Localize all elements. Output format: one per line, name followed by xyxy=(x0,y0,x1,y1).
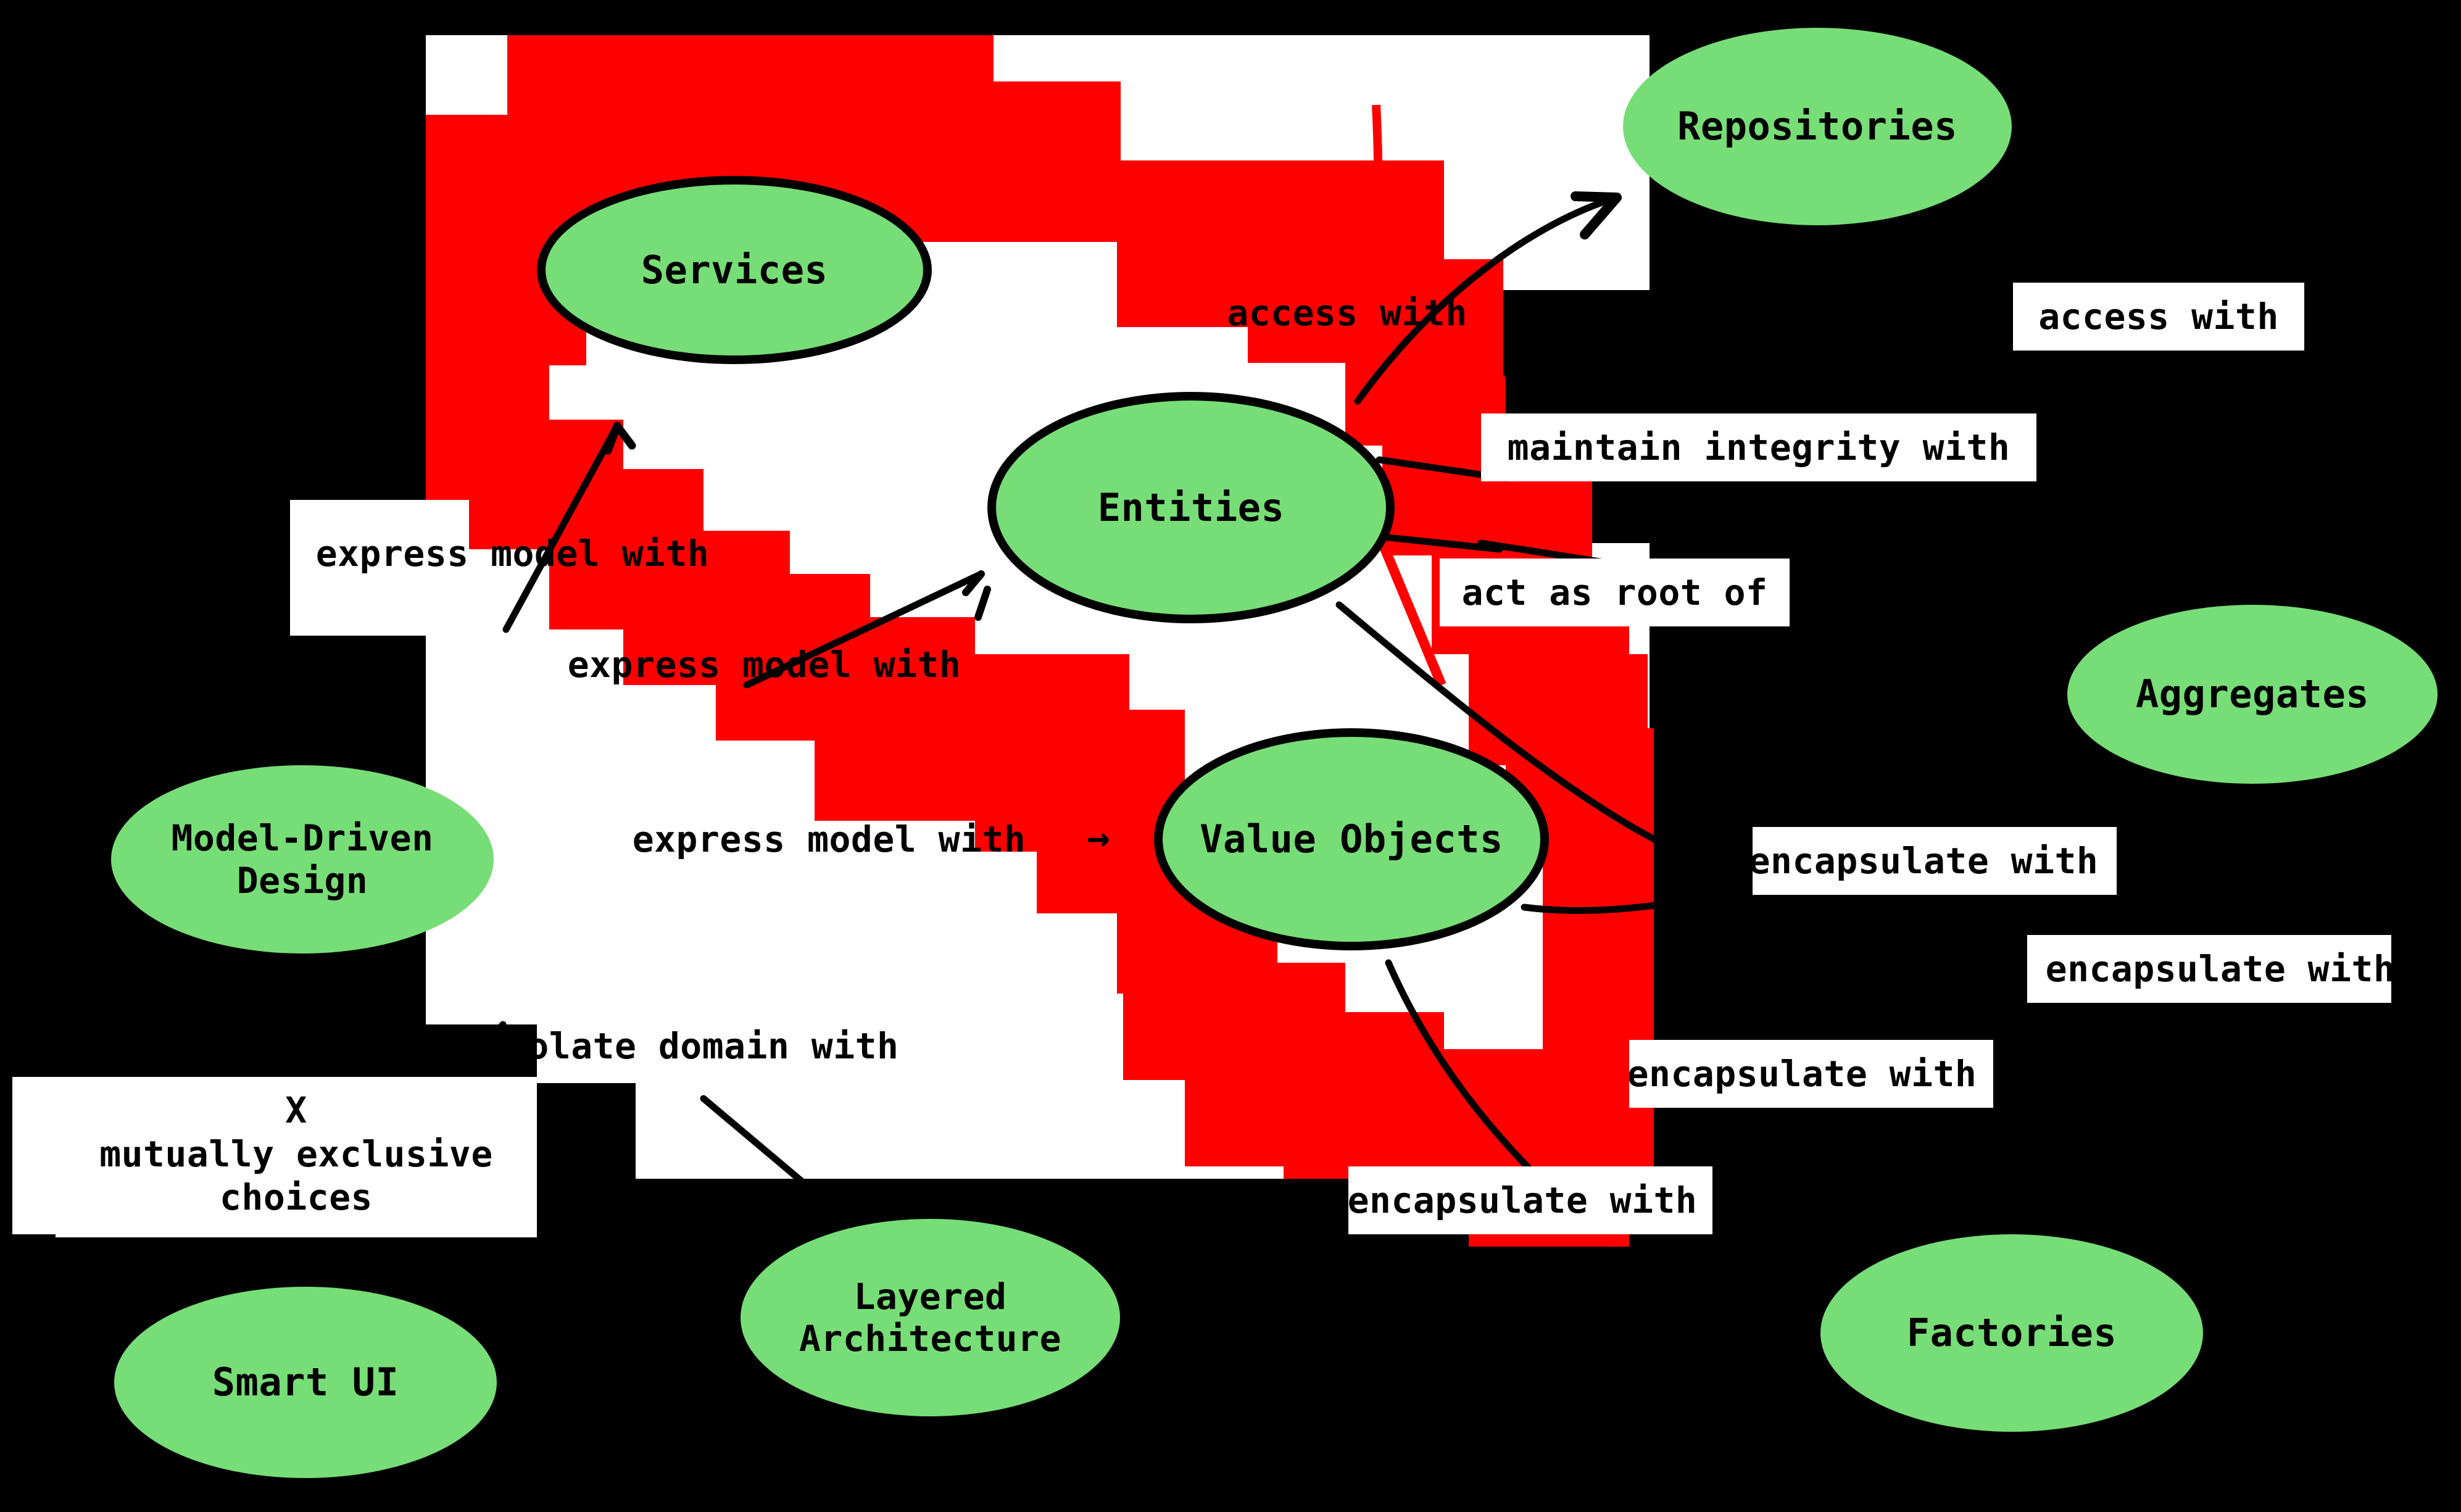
node-label: Aggregates xyxy=(2135,671,2370,717)
node-label: Model-Driven Design xyxy=(171,817,434,902)
annotation-text: X mutually exclusive choices xyxy=(99,1089,493,1219)
edge-label-maintain-integrity-with: maintain integrity with xyxy=(1481,413,2036,481)
arrow-to-value-objects-icon: → xyxy=(1071,804,1126,871)
edge-label-encapsulate-with-4: encapsulate with xyxy=(1348,1166,1712,1234)
node-services[interactable]: Services xyxy=(537,176,932,364)
diagram-canvas: Services Entities Value Objects Reposito… xyxy=(0,0,2461,1512)
node-label: Entities xyxy=(1097,484,1285,530)
annotation-mutually-exclusive-choices: X mutually exclusive choices xyxy=(52,1077,540,1231)
node-smart-ui[interactable]: Smart UI xyxy=(114,1287,497,1478)
edge-label-access-with-2: access with xyxy=(2013,283,2304,351)
node-label: Repositories xyxy=(1677,104,1957,149)
edge-label-text: act as root of xyxy=(1461,571,1768,613)
edge-label-text: access with xyxy=(1227,291,1467,334)
edge-label-encapsulate-with-2: encapsulate with xyxy=(2027,935,2391,1003)
edge-label-text: express model with xyxy=(632,818,1026,860)
node-label: Layered Architecture xyxy=(799,1275,1062,1360)
node-value-objects[interactable]: Value Objects xyxy=(1154,728,1549,950)
edge-label-text: express model with xyxy=(315,532,710,575)
edge-label-text: isolate domain with xyxy=(483,1024,899,1067)
edge-label-text: express model with xyxy=(567,643,961,686)
node-layered-architecture[interactable]: Layered Architecture xyxy=(741,1219,1120,1416)
edge-label-text: encapsulate with xyxy=(1753,839,2099,882)
node-entities[interactable]: Entities xyxy=(987,392,1395,623)
node-aggregates[interactable]: Aggregates xyxy=(2067,605,2438,784)
node-label: Smart UI xyxy=(212,1360,399,1405)
node-model-driven-design[interactable]: Model-Driven Design xyxy=(111,765,494,953)
edge-label-isolate-domain-with: isolate domain with xyxy=(475,1012,907,1080)
node-label: Value Objects xyxy=(1200,816,1503,862)
edge-label-text: access with xyxy=(2038,295,2279,338)
node-repositories[interactable]: Repositories xyxy=(1623,28,2012,225)
edge-label-express-model-with-1: express model with xyxy=(301,520,724,588)
node-factories[interactable]: Factories xyxy=(1820,1234,2203,1432)
arrow-right-icon: → xyxy=(1087,815,1110,860)
edge-label-express-model-with-2: express model with xyxy=(552,631,976,699)
edge-label-text: encapsulate with xyxy=(1348,1179,1698,1221)
node-label: Services xyxy=(641,247,828,293)
edge-label-text: encapsulate with xyxy=(1629,1052,1977,1095)
node-label: Factories xyxy=(1906,1310,2117,1356)
edge-label-express-model-with-3: express model with xyxy=(617,805,1041,873)
edge-label-text: encapsulate with xyxy=(2045,947,2391,990)
edge-label-act-as-root-of: act as root of xyxy=(1440,559,1790,626)
edge-label-access-with-1: access with xyxy=(1211,281,1483,345)
edge-label-encapsulate-with-3: encapsulate with xyxy=(1629,1040,1993,1108)
edge-label-encapsulate-with-1: encapsulate with xyxy=(1753,827,2117,895)
edge-label-text: maintain integrity with xyxy=(1507,426,2011,468)
